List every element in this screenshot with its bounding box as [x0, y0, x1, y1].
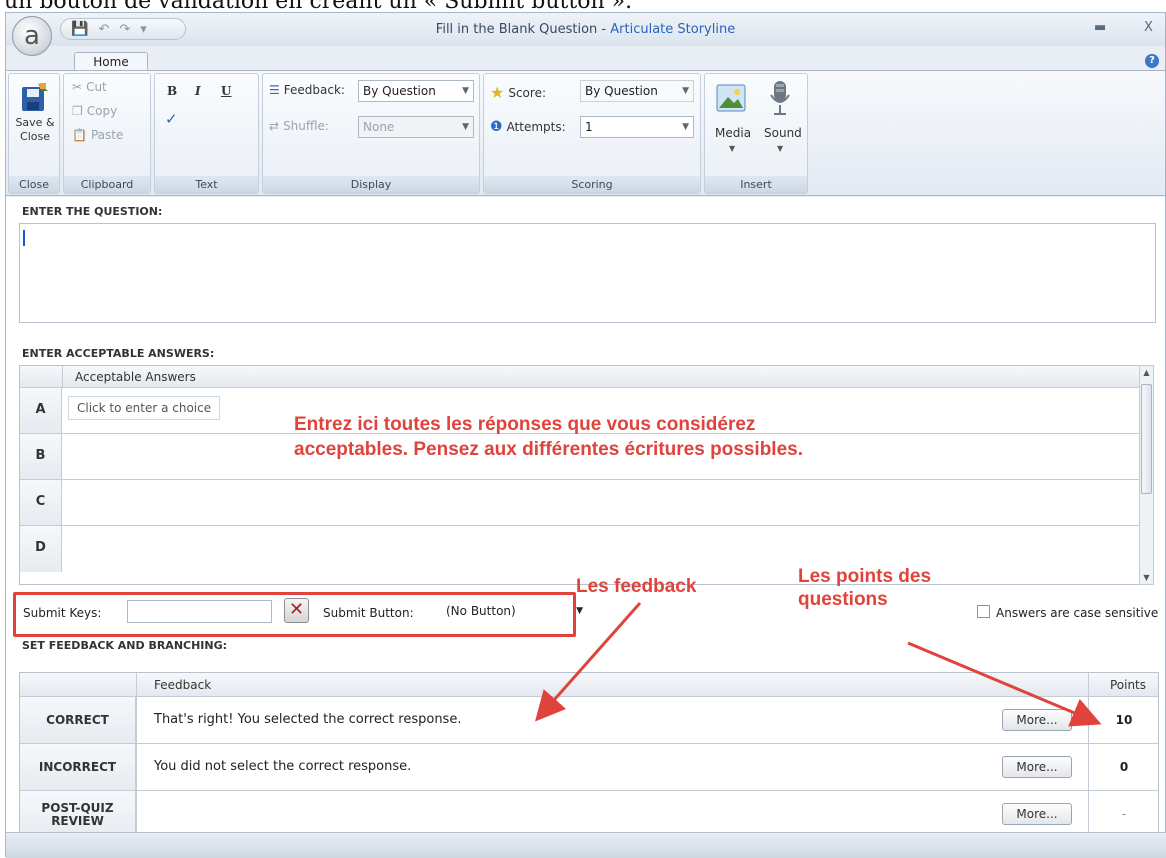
save-close-button[interactable]: Save & Close — [13, 116, 57, 144]
cut-button[interactable]: ✂ Cut — [72, 80, 107, 94]
attempts-label-text: Attempts: — [506, 120, 566, 134]
chevron-down-icon: ▼ — [682, 86, 689, 96]
copy-icon: ❐ — [72, 104, 83, 118]
score-label-text: Score: — [508, 85, 546, 100]
chevron-down-icon: ▼ — [462, 86, 469, 96]
ribbon-group-scoring: ★ Score: By Question ▼ ❶ Attempts: 1 ▼ Scori… — [483, 73, 701, 194]
ribbon-group-display: ☰ Feedback: By Question ▼ ⇄ Shuffle: None ▼ … — [262, 73, 480, 194]
tab-home[interactable]: Home — [74, 52, 148, 71]
feedback-label: ☰ Feedback: — [269, 83, 345, 97]
cut-label: Cut — [86, 80, 107, 94]
paste-label: Paste — [90, 128, 124, 142]
star-icon: ★ — [490, 83, 505, 102]
group-label-close: Close — [9, 176, 59, 193]
ribbon-group-insert: Media Sound ▼ ▼ Insert — [704, 73, 808, 194]
paste-icon: 📋 — [72, 128, 87, 142]
save-close-icon[interactable] — [19, 80, 51, 114]
group-label-insert: Insert — [705, 176, 807, 193]
group-label-display: Display — [263, 176, 479, 193]
image-icon[interactable] — [713, 80, 749, 116]
score-dropdown[interactable]: By Question ▼ — [580, 80, 694, 102]
feedback-arrow — [535, 602, 642, 722]
app-logo[interactable]: a — [12, 16, 52, 56]
question-editor-window: 💾 ↶ ↷ ▾ Fill in the Blank Question - Art… — [5, 12, 1166, 858]
attempts-dropdown-value: 1 — [585, 120, 593, 134]
underline-button[interactable]: U — [221, 84, 231, 98]
score-dropdown-value: By Question — [585, 84, 658, 98]
window-title-text: Fill in the Blank Question - — [435, 22, 611, 37]
chevron-down-icon: ▼ — [682, 122, 689, 132]
shuffle-dropdown-value: None — [363, 120, 395, 134]
shuffle-dropdown[interactable]: None ▼ — [358, 116, 474, 138]
spellcheck-icon[interactable]: ✓ — [165, 110, 178, 128]
feedback-icon: ☰ — [269, 83, 280, 97]
attempts-icon: ❶ — [490, 119, 503, 135]
shuffle-icon: ⇄ — [269, 119, 280, 133]
window-title: Fill in the Blank Question - Articulate … — [6, 22, 1165, 37]
shuffle-label: ⇄ Shuffle: — [269, 119, 329, 133]
copy-label: Copy — [86, 104, 118, 118]
attempts-dropdown[interactable]: 1 ▼ — [580, 116, 694, 138]
chevron-down-icon: ▼ — [462, 122, 469, 132]
ribbon-group-close: Save & Close Close — [8, 73, 60, 194]
group-label-clipboard: Clipboard — [64, 176, 150, 193]
points-arrow — [907, 641, 1102, 727]
copy-button[interactable]: ❐ Copy — [72, 104, 117, 118]
media-chevron-down-icon[interactable]: ▼ — [729, 144, 735, 153]
shuffle-label-text: Shuffle: — [283, 119, 329, 133]
close-button[interactable]: X — [1144, 20, 1153, 35]
ribbon-tabs: Home ? — [6, 46, 1165, 71]
scissors-icon: ✂ — [72, 80, 83, 94]
microphone-icon[interactable] — [765, 78, 795, 118]
feedback-dropdown-value: By Question — [363, 84, 436, 98]
title-bar: 💾 ↶ ↷ ▾ Fill in the Blank Question - Art… — [6, 13, 1165, 46]
ribbon-group-clipboard: ✂ Cut ❐ Copy 📋 Paste Clipboard — [63, 73, 151, 194]
paste-button[interactable]: 📋 Paste — [72, 128, 123, 142]
group-label-text: Text — [155, 176, 258, 193]
italic-button[interactable]: I — [195, 84, 201, 98]
group-label-scoring: Scoring — [484, 176, 700, 193]
score-label: ★ Score: — [490, 83, 546, 102]
sound-chevron-down-icon[interactable]: ▼ — [777, 144, 783, 153]
media-button[interactable]: Media — [715, 126, 751, 140]
status-bar — [6, 832, 1166, 858]
bold-button[interactable]: B — [167, 84, 177, 98]
editor-content: ENTER THE QUESTION: ENTER ACCEPTABLE ANS… — [6, 197, 1165, 858]
feedback-label-text: Feedback: — [283, 83, 345, 97]
app-name: Articulate Storyline — [610, 22, 736, 37]
minimize-button[interactable]: ▬ — [1094, 20, 1106, 35]
attempts-label: ❶ Attempts: — [490, 119, 566, 135]
ribbon-group-text: B I U ✓ Text — [154, 73, 259, 194]
app-logo-letter: a — [24, 21, 40, 51]
feedback-dropdown[interactable]: By Question ▼ — [358, 80, 474, 102]
help-icon[interactable]: ? — [1145, 54, 1159, 68]
sound-button[interactable]: Sound — [764, 126, 802, 140]
ribbon: Save & Close Close ✂ Cut ❐ Copy 📋 Paste Cli… — [6, 70, 1165, 196]
annotation-arrows — [535, 602, 1102, 727]
